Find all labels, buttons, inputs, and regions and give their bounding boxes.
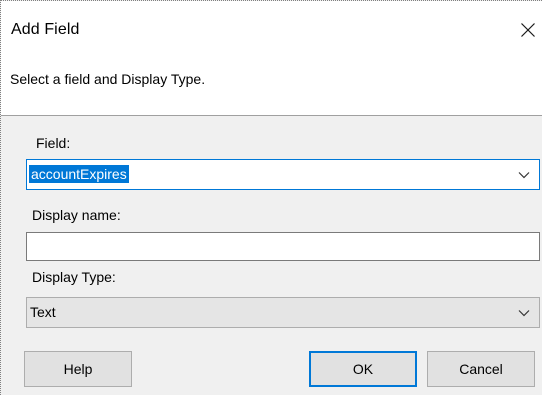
close-button[interactable] <box>516 18 540 42</box>
help-button[interactable]: Help <box>24 351 132 387</box>
field-label: Field: <box>36 135 71 151</box>
close-icon <box>520 22 536 38</box>
title-bar: Add Field <box>1 1 542 61</box>
field-selected-value: accountExpires <box>29 165 129 183</box>
chevron-down-icon[interactable] <box>518 171 530 179</box>
display-type-dropdown[interactable]: Text <box>26 297 540 328</box>
instruction-text: Select a field and Display Type. <box>10 71 206 87</box>
dialog-title: Add Field <box>11 21 80 38</box>
ok-button[interactable]: OK <box>309 351 417 387</box>
field-dropdown[interactable]: accountExpires <box>26 159 540 190</box>
display-type-label: Display Type: <box>32 269 116 285</box>
display-name-input[interactable] <box>26 232 540 261</box>
cancel-button[interactable]: Cancel <box>427 351 535 387</box>
add-field-dialog: Add Field Select a field and Display Typ… <box>0 0 542 395</box>
chevron-down-icon[interactable] <box>518 309 530 317</box>
instruction-panel: Select a field and Display Type. <box>1 61 542 116</box>
display-name-label: Display name: <box>32 207 121 223</box>
display-type-selected-value: Text <box>30 304 56 320</box>
